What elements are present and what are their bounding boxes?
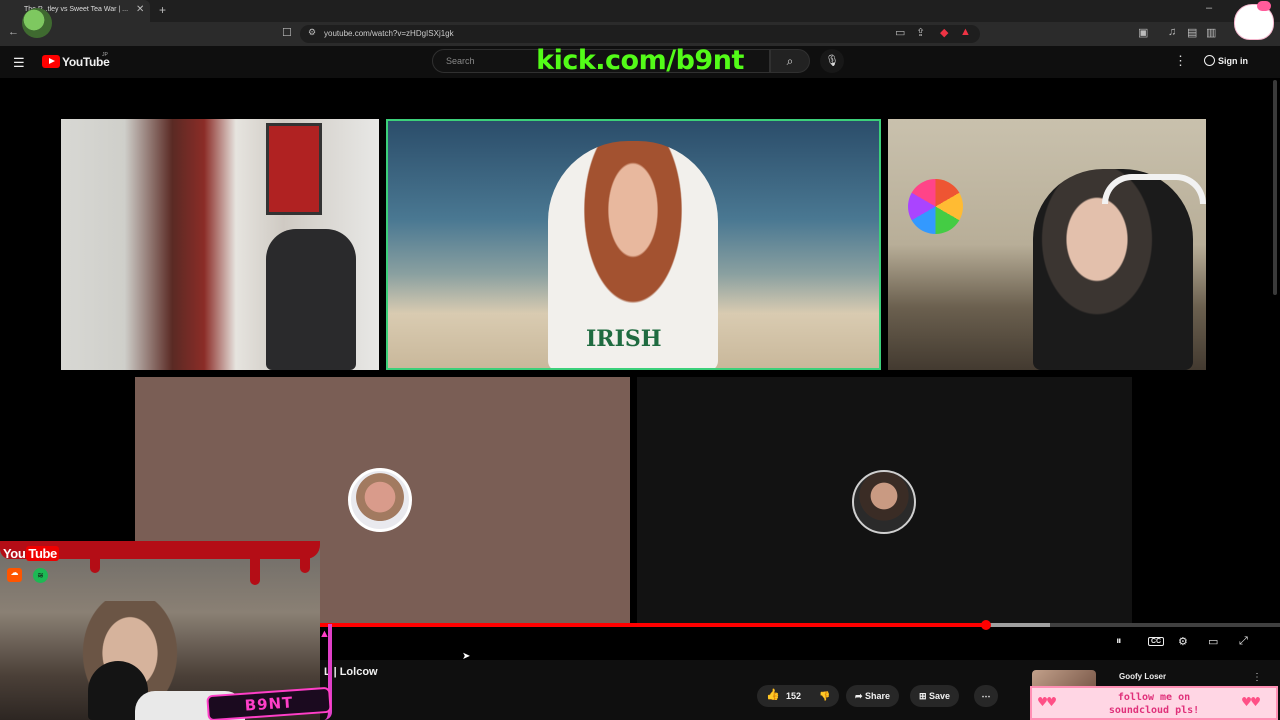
browser-tab-bar: The P...tley vs Sweet Tea War | ... ✕ + … <box>0 0 1280 22</box>
participant-tile-empty-room <box>61 119 379 370</box>
recommended-channel-name[interactable]: Goofy Loser <box>1119 672 1166 681</box>
like-button[interactable]: 152 <box>757 685 811 707</box>
microphone-icon: 🎙 <box>825 55 839 67</box>
headphones <box>1102 174 1206 204</box>
minimize-icon[interactable]: – <box>1206 2 1212 14</box>
media-control-icon[interactable]: ♫ <box>1168 26 1176 38</box>
theater-mode-icon[interactable]: ▭ <box>1208 635 1218 648</box>
promo-line-1: follow me on <box>1117 692 1191 703</box>
brave-rewards-icon[interactable]: ▲ <box>960 26 971 38</box>
youtube-logo-icon[interactable] <box>42 55 60 68</box>
save-button[interactable]: ⊞ Save <box>910 685 960 707</box>
hamburger-menu-icon[interactable]: ☰ <box>13 55 25 71</box>
search-icon: ⌕ <box>786 54 794 68</box>
recommended-more-icon[interactable]: ⋮ <box>1252 672 1262 683</box>
back-icon[interactable]: ← <box>8 26 19 38</box>
share-arrow-icon: ➦ <box>855 691 866 701</box>
soundcloud-icon: ☁ <box>7 568 22 582</box>
pink-triangle-icon: ▲ <box>319 628 330 640</box>
dislike-button[interactable]: 👎 <box>810 685 840 707</box>
like-count: 152 <box>786 691 802 701</box>
sign-in-label: Sign in <box>1218 56 1248 66</box>
share-button[interactable]: ➦ Share <box>846 685 900 707</box>
sidebar-icon[interactable]: ▣ <box>1138 26 1148 39</box>
promo-line-2: soundcloud pls! <box>1108 705 1200 716</box>
kitty-bow <box>1257 1 1271 11</box>
autoplay-toggle-icon[interactable]: ⏸ <box>1116 635 1122 648</box>
blood-drip <box>300 551 310 573</box>
share-page-icon[interactable]: ⇪ <box>916 26 925 39</box>
heart-icon: ♥♥ <box>1242 693 1261 711</box>
soundcloud-promo-banner: ♥♥ ♥♥ follow me on soundcloud pls! <box>1030 686 1278 720</box>
install-app-icon[interactable]: ▭ <box>895 26 905 39</box>
browser-toolbar: ← ☐ ⚙ youtube.com/watch?v=zHDgISXj1gk ▭ … <box>0 22 1280 46</box>
progress-buffered <box>985 623 1050 627</box>
mouse-cursor-icon: ➤ <box>462 651 471 662</box>
thumbs-up-icon: 👍 <box>766 689 780 701</box>
heart-icon: ♥♥ <box>1038 693 1057 711</box>
region-code: JP <box>102 52 108 58</box>
participant-avatar <box>348 468 412 532</box>
account-circle-icon <box>1204 55 1215 66</box>
webcam-youtube-logo: You Tube <box>3 546 59 561</box>
search-button[interactable]: ⌕ <box>770 49 810 73</box>
voice-search-button[interactable]: 🎙 <box>820 49 844 73</box>
fullscreen-icon[interactable]: ⤢ <box>1239 635 1248 648</box>
spotify-icon: ≋ <box>33 568 48 583</box>
site-info-icon[interactable]: ⚙ <box>308 27 316 38</box>
hello-kitty-sticker <box>1234 1 1274 40</box>
extension-icon[interactable]: ◆ <box>940 26 948 39</box>
blood-drip <box>90 551 100 573</box>
shirt-text: IRISH <box>586 326 662 352</box>
page-scrollbar[interactable] <box>1273 80 1277 295</box>
reading-list-icon[interactable]: ▤ <box>1187 26 1197 39</box>
thumbs-down-icon: 👎 <box>819 691 831 701</box>
captions-button[interactable]: CC <box>1148 637 1165 646</box>
more-actions-button[interactable]: ⋯ <box>974 685 998 707</box>
sign-in-button[interactable]: Sign in <box>1200 51 1252 71</box>
color-wheel <box>908 179 963 234</box>
video-title: L | Lolcow <box>324 666 378 678</box>
progress-scrubber[interactable] <box>980 620 991 630</box>
youtube-header: ☰ YouTube JP Search kick.com/b9nt ⌕ 🎙 ⋮ … <box>0 46 1280 78</box>
bookmark-star-icon[interactable]: ☐ <box>282 26 292 39</box>
participant-tile-headset <box>888 119 1206 370</box>
kick-url-overlay: kick.com/b9nt <box>536 45 744 76</box>
blood-drip <box>250 551 260 585</box>
gear-icon[interactable]: ⚙ <box>1178 635 1188 648</box>
frog-avatar-sticker <box>22 8 52 38</box>
address-bar[interactable]: ⚙ youtube.com/watch?v=zHDgISXj1gk <box>300 25 980 43</box>
save-label: Save <box>929 691 951 701</box>
url-text: youtube.com/watch?v=zHDgISXj1gk <box>324 29 454 38</box>
participant-tile-avatar-2 <box>637 377 1132 623</box>
share-label: Share <box>865 691 891 701</box>
participant-tile-active-speaker: IRISH <box>386 119 881 370</box>
kebab-menu-icon[interactable]: ⋮ <box>1174 53 1187 69</box>
wall-poster <box>266 123 322 215</box>
search-placeholder: Search <box>446 56 475 66</box>
tab-close-icon[interactable]: ✕ <box>136 4 144 15</box>
gaming-chair <box>266 229 356 370</box>
bookmark-icon: ⊞ <box>919 691 930 701</box>
new-tab-icon[interactable]: + <box>159 3 166 17</box>
participant-avatar <box>852 470 916 534</box>
wallet-icon[interactable]: ▥ <box>1206 26 1216 39</box>
